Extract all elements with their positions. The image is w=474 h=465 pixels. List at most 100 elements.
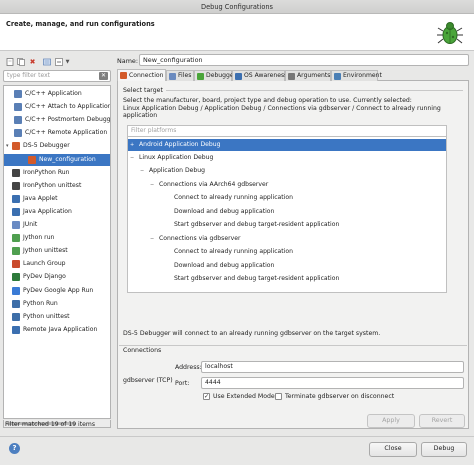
config-tree-item-label: JUnit xyxy=(23,221,38,228)
config-tree-item-label: New_configuration xyxy=(39,155,96,163)
platform-filter-input[interactable]: Filter platforms xyxy=(127,125,447,137)
tree-twisty-icon[interactable]: − xyxy=(150,233,156,245)
config-tree-item[interactable]: C/C++ Attach to Application xyxy=(4,101,110,113)
new-configuration-icon[interactable] xyxy=(5,57,14,66)
platform-tree-item[interactable]: Connect to already running application xyxy=(128,192,446,204)
tab-label: Files xyxy=(178,72,192,79)
config-tree-item[interactable]: Python unittest xyxy=(4,311,110,323)
platform-tree-item-label: Start gdbserver and debug target-residen… xyxy=(174,221,340,228)
config-tree-item[interactable]: Jython unittest xyxy=(4,245,110,257)
jython-unittest-icon xyxy=(12,247,20,256)
config-tree-item[interactable]: JUnit xyxy=(4,219,110,231)
clear-filter-icon[interactable]: ✕ xyxy=(99,72,108,80)
platform-tree-item[interactable]: + Android Application Debug xyxy=(128,139,446,151)
platform-tree-item[interactable]: − Connections via AArch64 gdbserver xyxy=(128,179,446,191)
files-icon xyxy=(169,72,176,80)
target-status-text: DS-5 Debugger will connect to an already… xyxy=(123,330,381,337)
config-tree-item[interactable]: C/C++ Remote Application xyxy=(4,127,110,139)
config-tree-item-label: Remote Java Application xyxy=(23,325,98,333)
platform-tree-item-label: Connect to already running application xyxy=(174,248,293,255)
config-tree-item[interactable]: Launch Group xyxy=(4,258,110,270)
close-button[interactable]: Close xyxy=(369,442,417,457)
config-tree-item[interactable]: ▾ DS-5 Debugger xyxy=(4,140,110,152)
help-icon[interactable]: ? xyxy=(9,443,20,454)
tab-connection[interactable]: Connection xyxy=(117,69,166,81)
tree-twisty-icon[interactable]: − xyxy=(130,152,136,164)
config-tree-item-label: Jython unittest xyxy=(23,247,68,255)
ironpython-unittest-icon xyxy=(12,181,20,190)
config-tree-item[interactable]: Python Run xyxy=(4,298,110,310)
config-tree-item[interactable]: PyDev Django xyxy=(4,271,110,283)
configuration-name-input[interactable]: New_configuration xyxy=(139,54,469,66)
tree-twisty-icon[interactable]: + xyxy=(130,139,136,151)
config-tree-item-label: Python unittest xyxy=(23,312,70,320)
terminate-gdbserver-checkbox-row[interactable]: Terminate gdbserver on disconnect xyxy=(275,393,394,400)
view-menu-chevron-down-icon[interactable]: ▼ xyxy=(63,57,72,66)
java-applet-icon xyxy=(12,194,20,203)
config-tree-item[interactable]: IronPython unittest xyxy=(4,180,110,192)
c-remote-icon xyxy=(14,129,22,138)
platform-tree-item[interactable]: − Connections via gdbserver xyxy=(128,233,446,245)
collapse-all-icon[interactable] xyxy=(54,57,63,66)
platform-tree-item[interactable]: − Application Debug xyxy=(128,165,446,177)
use-extended-mode-checkbox[interactable]: ✓ xyxy=(203,393,210,400)
config-tree-item[interactable]: C/C++ Postmortem Debugger xyxy=(4,114,110,126)
configuration-filter-input[interactable]: type filter text ✕ xyxy=(3,70,111,82)
config-tree-item[interactable]: Jython run xyxy=(4,232,110,244)
config-tree-item[interactable]: C/C++ Application xyxy=(4,88,110,100)
debugger-icon xyxy=(197,72,204,80)
config-tree-item-label: C/C++ Application xyxy=(25,90,82,97)
tab-label: Arguments xyxy=(297,72,331,79)
gdbserver-tcp-label: gdbserver (TCP) xyxy=(123,377,173,384)
tab-arguments[interactable]: Arguments xyxy=(285,70,331,81)
expand-chevron-icon[interactable]: ▾ xyxy=(6,140,9,152)
debug-button[interactable]: Debug xyxy=(421,442,467,457)
launch-group-icon xyxy=(12,260,20,269)
config-icon xyxy=(28,155,36,164)
platform-tree-item-label: Android Application Debug xyxy=(139,141,221,148)
terminate-gdbserver-checkbox[interactable] xyxy=(275,393,282,400)
config-tree-item-label: C/C++ Remote Application xyxy=(25,129,108,137)
platform-tree-item-label: Connections via gdbserver xyxy=(159,235,241,242)
ds5-icon xyxy=(12,142,20,151)
platform-tree-item[interactable]: Connect to already running application xyxy=(128,246,446,258)
platform-tree-item[interactable]: Start gdbserver and debug target-residen… xyxy=(128,219,446,231)
platform-tree-item-label: Connections via AArch64 gdbserver xyxy=(159,181,269,188)
apply-button[interactable]: Apply xyxy=(367,414,415,428)
tab-os-awareness[interactable]: OS Awareness xyxy=(232,70,287,81)
use-extended-mode-checkbox-row[interactable]: ✓ Use Extended Mode xyxy=(203,393,275,400)
tree-twisty-icon[interactable]: − xyxy=(140,165,146,177)
filter-status-text: Filter matched 19 of 19 items xyxy=(5,421,95,428)
filter-configurations-icon[interactable] xyxy=(42,57,51,66)
config-tree-item-label: C/C++ Postmortem Debugger xyxy=(25,116,111,124)
tree-twisty-icon[interactable]: − xyxy=(150,179,156,191)
platform-tree-item[interactable]: Start gdbserver and debug target-residen… xyxy=(128,273,446,285)
target-description-line-1: Select the manufacturer, board, project … xyxy=(123,97,412,104)
tab-environment[interactable]: Environment xyxy=(331,70,382,81)
config-tree-item[interactable]: New_configuration xyxy=(4,153,110,166)
dialog-header: Create, manage, and run configurations xyxy=(0,14,474,51)
config-tree-item[interactable]: PyDev Google App Run xyxy=(4,285,110,297)
delete-configuration-icon[interactable]: ✖ xyxy=(28,57,37,66)
django-icon xyxy=(12,273,20,282)
platform-tree-item-label: Application Debug xyxy=(149,167,206,174)
configuration-tree: C/C++ Application C/C++ Attach to Applica… xyxy=(3,85,111,419)
address-input[interactable]: localhost xyxy=(201,361,464,373)
port-input[interactable]: 4444 xyxy=(201,377,464,389)
port-label: Port: xyxy=(175,380,190,387)
config-tree-item[interactable]: Remote Java Application xyxy=(4,324,110,336)
config-tree-item[interactable]: Java Application xyxy=(4,206,110,218)
environment-icon xyxy=(334,72,341,80)
configuration-tabs: Connection Files Debugger OS Awareness Argum… xyxy=(117,69,469,81)
config-tree-item[interactable]: Java Applet xyxy=(4,193,110,205)
config-tree-item[interactable]: IronPython Run xyxy=(4,167,110,179)
platform-tree-item[interactable]: Download and debug application xyxy=(128,206,446,218)
revert-button[interactable]: Revert xyxy=(419,414,465,428)
connections-divider xyxy=(119,345,467,346)
tab-debugger[interactable]: Debugger xyxy=(194,70,236,81)
tab-files[interactable]: Files xyxy=(166,70,194,81)
platform-tree-item[interactable]: − Linux Application Debug xyxy=(128,152,446,164)
duplicate-configuration-icon[interactable] xyxy=(16,57,25,66)
platform-tree-item[interactable]: Download and debug application xyxy=(128,260,446,272)
junit-icon xyxy=(12,221,20,229)
